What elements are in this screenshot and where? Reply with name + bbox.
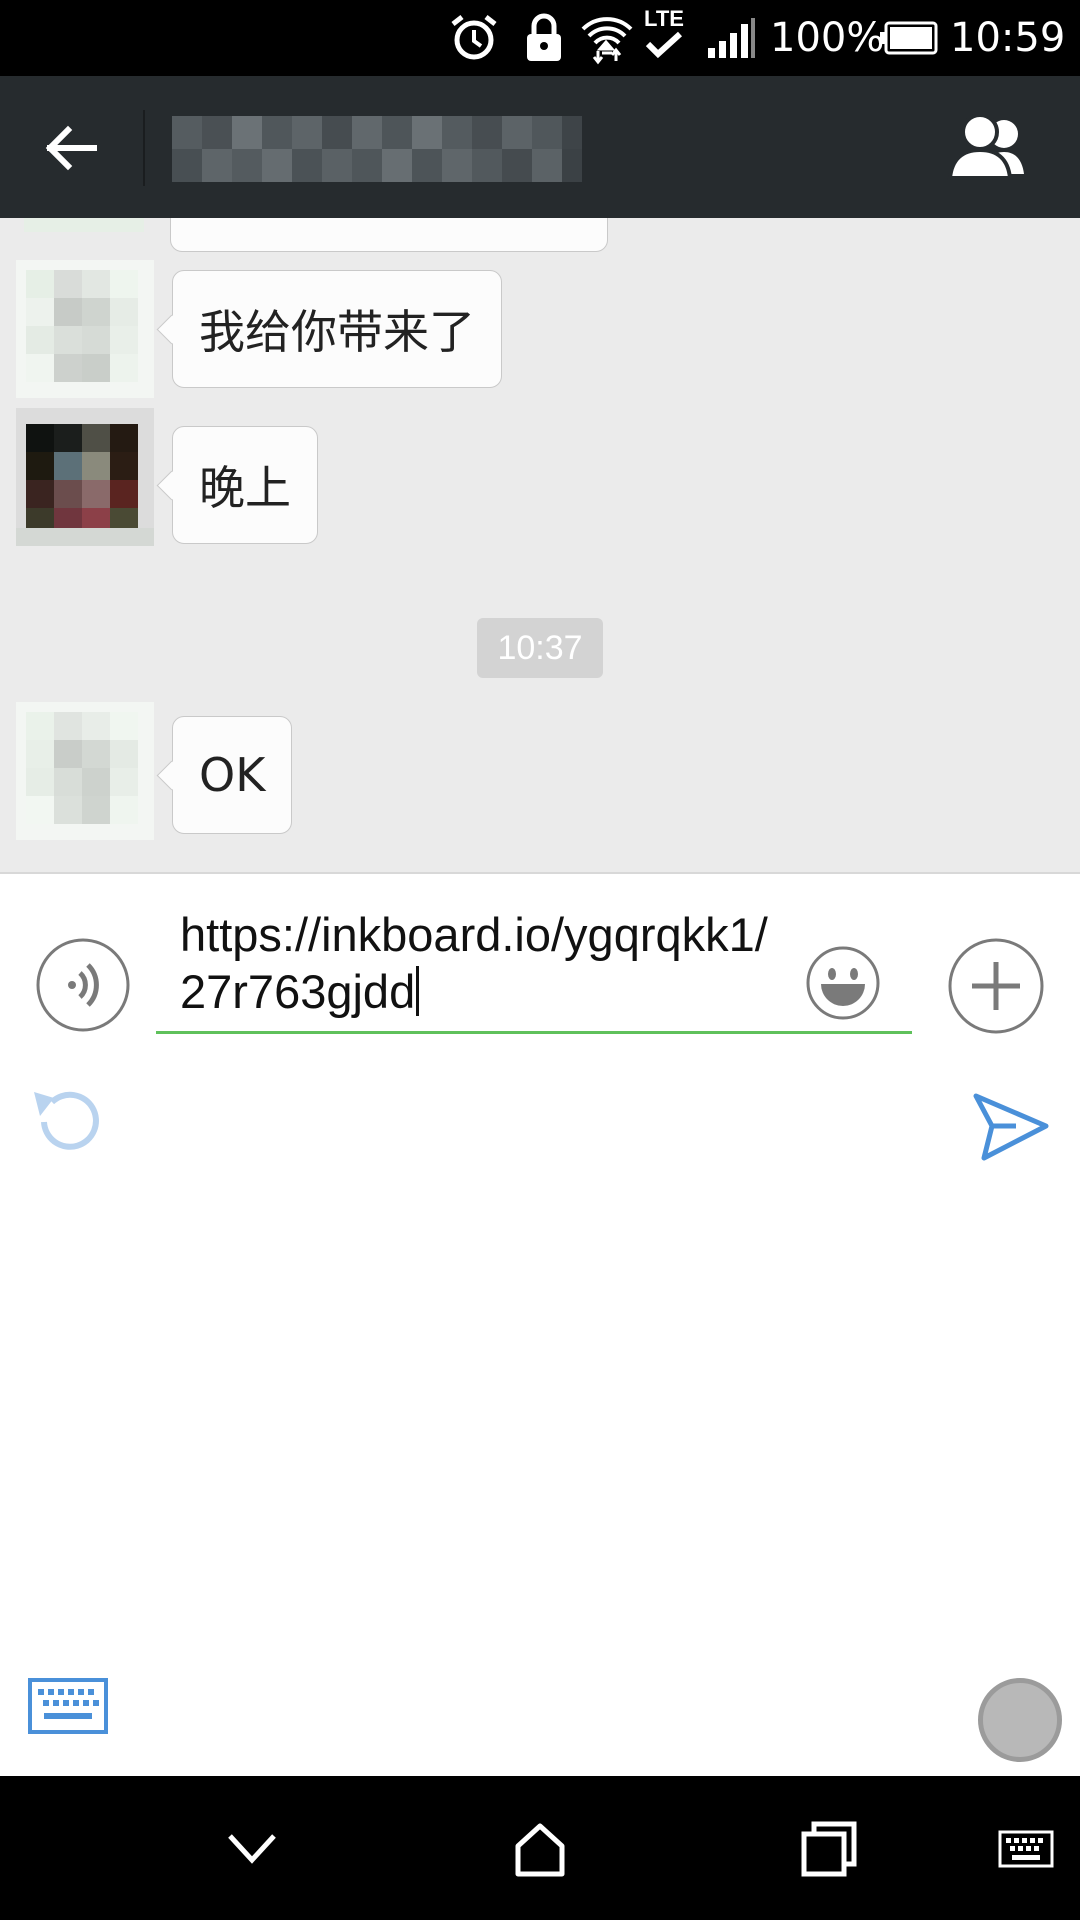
message-input[interactable]: https://inkboard.io/ygqrqkk1/27r763gjdd — [156, 906, 912, 1034]
group-members-button[interactable] — [944, 108, 1040, 188]
navigation-bar — [0, 1776, 1080, 1920]
chat-header — [0, 76, 1080, 218]
voice-icon — [36, 938, 130, 1032]
hide-keyboard-icon — [228, 1834, 276, 1864]
signal-icon — [706, 10, 756, 66]
message-input-value: https://inkboard.io/ygqrqkk1/27r763gjdd — [180, 908, 768, 1018]
plus-icon — [948, 938, 1044, 1034]
battery-percent: 100% — [770, 15, 885, 61]
hide-keyboard-button[interactable] — [216, 1812, 288, 1884]
undo-button[interactable] — [28, 1082, 108, 1162]
chat-title-pixelated — [172, 116, 582, 182]
input-panel: https://inkboard.io/ygqrqkk1/27r763gjdd — [0, 872, 1080, 1776]
message-bubble[interactable]: 我给你带来了 — [172, 270, 502, 388]
group-members-icon — [947, 113, 1024, 180]
lte-icon: LTE — [644, 8, 684, 64]
alarm-icon — [448, 10, 500, 66]
undo-icon — [34, 1091, 99, 1150]
message-text: 晚上 — [199, 461, 291, 515]
emoji-icon — [806, 946, 880, 1020]
chat-messages[interactable]: 我给你带来了 晚上 10:37 OK — [0, 218, 1080, 872]
send-icon — [973, 1093, 1049, 1161]
back-button[interactable] — [30, 112, 118, 184]
keyboard-icon — [28, 1678, 108, 1734]
send-button[interactable] — [970, 1086, 1050, 1166]
message-timestamp: 10:37 — [477, 618, 603, 678]
message-text: 我给你带来了 — [199, 305, 475, 359]
home-icon — [515, 1823, 565, 1877]
keyboard-switch-button[interactable] — [996, 1812, 1056, 1884]
home-button[interactable] — [504, 1812, 576, 1884]
avatar-partial — [24, 218, 144, 232]
recents-button[interactable] — [792, 1812, 864, 1884]
avatar[interactable] — [16, 408, 154, 546]
message-bubble-partial[interactable] — [170, 218, 608, 252]
avatar[interactable] — [16, 702, 154, 840]
emoji-button[interactable] — [806, 946, 880, 1020]
battery-icon — [880, 10, 938, 66]
avatar[interactable] — [16, 260, 154, 398]
floating-circle-button[interactable] — [978, 1678, 1062, 1762]
text-caret — [416, 966, 420, 1016]
status-bar: LTE 100% 10:59 — [0, 0, 1080, 76]
keyboard-button[interactable] — [28, 1678, 108, 1734]
lock-icon — [524, 10, 564, 66]
back-arrow-icon — [45, 125, 97, 171]
keyboard-switch-icon — [998, 1830, 1054, 1868]
clock: 10:59 — [950, 15, 1066, 61]
message-bubble[interactable]: 晚上 — [172, 426, 318, 544]
header-divider — [143, 110, 145, 186]
message-text: OK — [199, 748, 266, 802]
recents-icon — [801, 1821, 857, 1877]
wifi-icon — [580, 10, 634, 66]
message-bubble[interactable]: OK — [172, 716, 293, 834]
more-actions-button[interactable] — [948, 938, 1044, 1034]
voice-button[interactable] — [36, 938, 130, 1032]
